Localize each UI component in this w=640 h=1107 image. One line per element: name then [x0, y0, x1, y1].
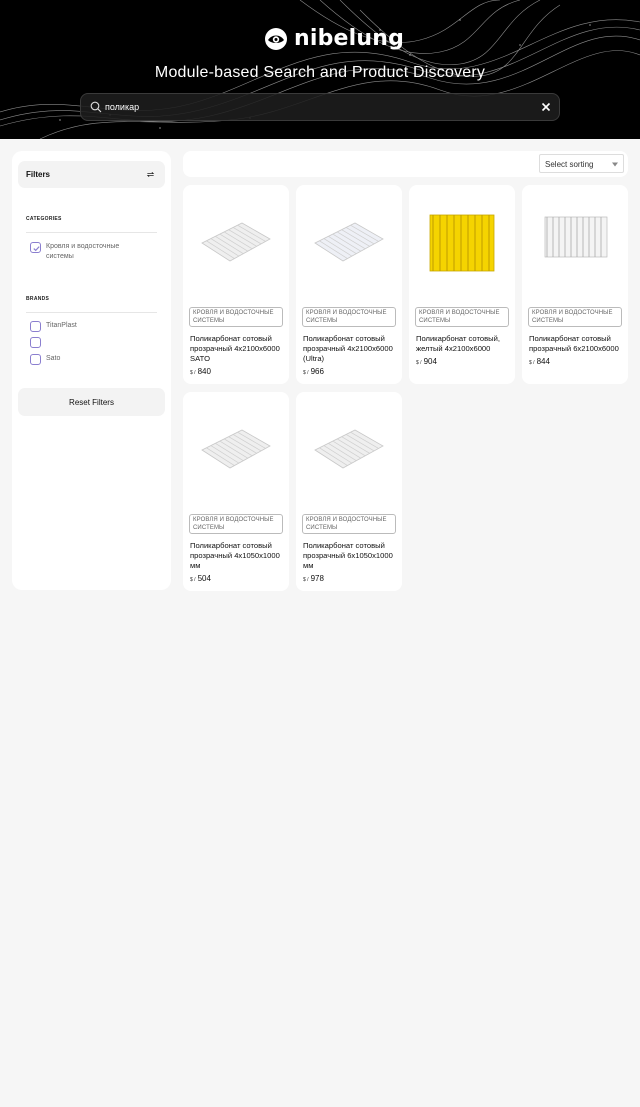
price-value: 904 — [423, 357, 437, 366]
product-title[interactable]: Поликарбонат сотовый прозрачный 4x1050x1… — [190, 541, 286, 571]
product-price: $ / 840 — [190, 367, 211, 376]
price-currency: $ / — [190, 577, 196, 583]
divider — [26, 232, 157, 233]
price-currency: $ / — [529, 360, 535, 366]
eye-logo-icon — [265, 27, 287, 50]
category-badge: КРОВЛЯ И ВОДОСТОЧНЫЕ СИСТЕМЫ — [528, 307, 622, 327]
price-currency: $ / — [190, 370, 196, 376]
brand-option-unnamed[interactable] — [30, 337, 136, 348]
product-price: $ / 504 — [190, 574, 211, 583]
product-card[interactable]: КРОВЛЯ И ВОДОСТОЧНЫЕ СИСТЕМЫ Поликарбона… — [183, 185, 289, 384]
product-price: $ / 978 — [303, 574, 324, 583]
brand-checkbox[interactable] — [30, 337, 41, 348]
category-badge: КРОВЛЯ И ВОДОСТОЧНЫЕ СИСТЕМЫ — [189, 307, 283, 327]
filters-sidebar: Filters CATEGORIES Кровля и водосточные … — [12, 151, 171, 590]
product-card[interactable]: КРОВЛЯ И ВОДОСТОЧНЫЕ СИСТЕМЫ Поликарбона… — [522, 185, 628, 384]
brand-option-sato[interactable]: Sato — [30, 354, 136, 365]
page-title: Module-based Search and Product Discover… — [154, 64, 486, 81]
clear-search-icon[interactable] — [541, 102, 551, 112]
price-value: 844 — [536, 357, 550, 366]
product-card[interactable]: КРОВЛЯ И ВОДОСТОЧНЫЕ СИСТЕМЫ Поликарбона… — [409, 185, 515, 384]
categories-title: CATEGORIES — [26, 216, 62, 222]
sort-select[interactable]: Select sorting — [539, 154, 624, 173]
product-image — [314, 429, 384, 469]
brand-checkbox[interactable] — [30, 354, 41, 365]
brand-logo[interactable]: nibelung — [264, 26, 404, 51]
brand-name: nibelung — [294, 26, 405, 51]
price-currency: $ / — [303, 577, 309, 583]
price-value: 978 — [310, 574, 324, 583]
brands-title: BRANDS — [26, 296, 50, 302]
refresh-icon[interactable] — [146, 170, 155, 179]
product-image — [201, 429, 271, 469]
brand-option-titanplast[interactable]: TitanPlast — [30, 321, 136, 332]
category-checkbox[interactable] — [30, 242, 41, 253]
search-icon — [90, 101, 102, 113]
filters-title: Filters — [26, 170, 51, 179]
checkmark-icon — [33, 246, 40, 252]
product-image — [429, 214, 495, 272]
price-value: 840 — [197, 367, 211, 376]
brand-checkbox[interactable] — [30, 321, 41, 332]
search-bar — [80, 93, 560, 121]
price-currency: $ / — [416, 360, 422, 366]
product-title[interactable]: Поликарбонат сотовый прозрачный 6x1050x1… — [303, 541, 399, 571]
product-price: $ / 904 — [416, 357, 437, 366]
hero-header: nibelung Module-based Search and Product… — [0, 0, 640, 139]
product-card[interactable]: КРОВЛЯ И ВОДОСТОЧНЫЕ СИСТЕМЫ Поликарбона… — [183, 392, 289, 591]
product-title[interactable]: Поликарбонат сотовый, желтый 4x2100x6000 — [416, 334, 512, 354]
product-title[interactable]: Поликарбонат сотовый прозрачный 4x2100x6… — [190, 334, 286, 364]
product-title[interactable]: Поликарбонат сотовый прозрачный 6x2100x6… — [529, 334, 625, 354]
brand-label: TitanPlast — [46, 322, 77, 329]
category-badge: КРОВЛЯ И ВОДОСТОЧНЫЕ СИСТЕМЫ — [302, 307, 396, 327]
product-image — [201, 222, 271, 262]
price-value: 504 — [197, 574, 211, 583]
product-price: $ / 844 — [529, 357, 550, 366]
product-card[interactable]: КРОВЛЯ И ВОДОСТОЧНЫЕ СИСТЕМЫ Поликарбона… — [296, 185, 402, 384]
category-badge: КРОВЛЯ И ВОДОСТОЧНЫЕ СИСТЕМЫ — [415, 307, 509, 327]
product-title[interactable]: Поликарбонат сотовый прозрачный 4x2100x6… — [303, 334, 399, 364]
product-image — [544, 216, 608, 258]
brand-label: Sato — [46, 355, 61, 362]
category-badge: КРОВЛЯ И ВОДОСТОЧНЫЕ СИСТЕМЫ — [189, 514, 283, 534]
results-toolbar: Select sorting — [183, 151, 628, 177]
category-label: Кровля и водосточные системы — [46, 243, 120, 260]
reset-filters-button[interactable]: Reset Filters — [18, 388, 165, 416]
price-currency: $ / — [303, 370, 309, 376]
product-price: $ / 966 — [303, 367, 324, 376]
chevron-down-icon — [612, 162, 618, 167]
price-value: 966 — [310, 367, 324, 376]
sort-label: Select sorting — [545, 160, 594, 169]
filters-header: Filters — [18, 161, 165, 188]
product-card[interactable]: КРОВЛЯ И ВОДОСТОЧНЫЕ СИСТЕМЫ Поликарбона… — [296, 392, 402, 591]
category-option[interactable]: Кровля и водосточные системы — [30, 242, 136, 262]
divider — [26, 312, 157, 313]
search-input[interactable] — [105, 97, 525, 117]
category-badge: КРОВЛЯ И ВОДОСТОЧНЫЕ СИСТЕМЫ — [302, 514, 396, 534]
product-image — [314, 222, 384, 262]
